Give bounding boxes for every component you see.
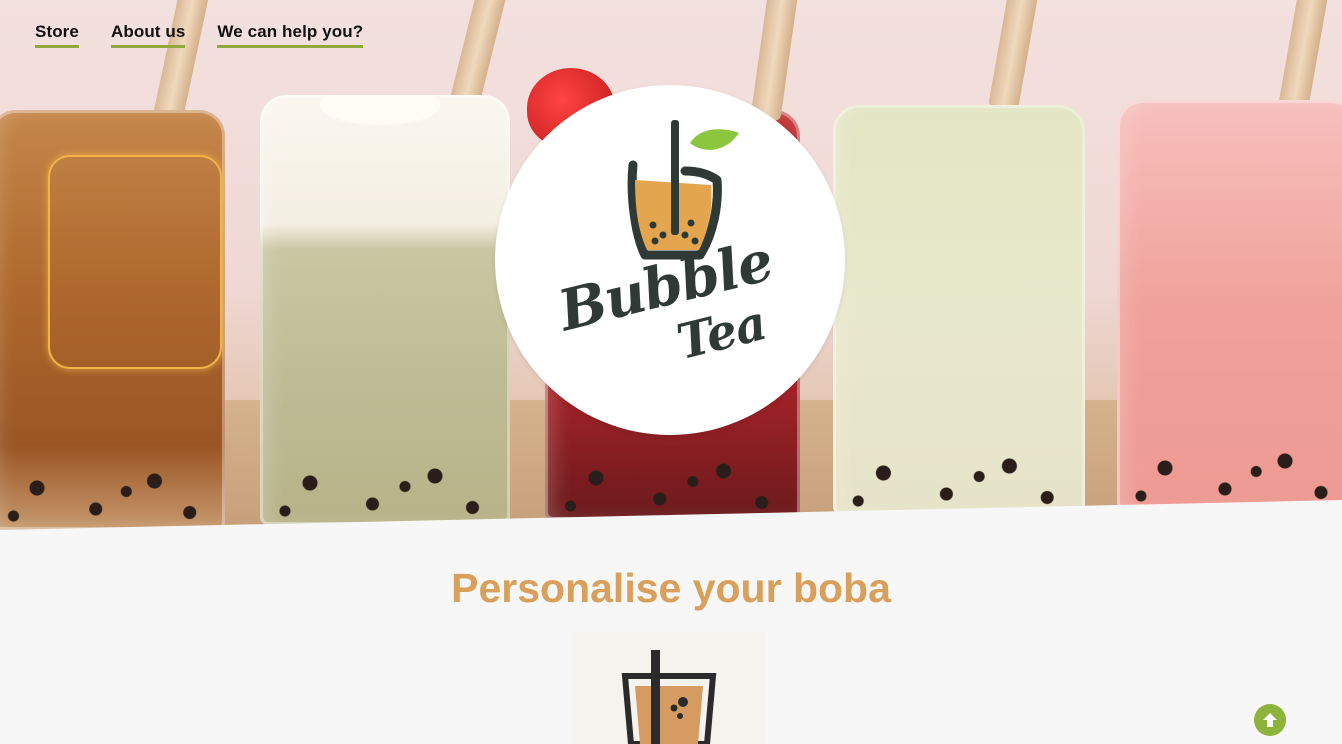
cream-top xyxy=(320,95,440,125)
section-title: Personalise your boba xyxy=(451,565,891,611)
drink-matcha-latte xyxy=(833,105,1085,515)
tapioca-pearls xyxy=(545,450,800,520)
tapioca-pearls xyxy=(1117,440,1342,510)
nav-help-link[interactable]: We can help you? xyxy=(217,22,364,48)
boba-cup-icon xyxy=(621,650,717,744)
straw xyxy=(988,0,1042,112)
nav-about-us-link[interactable]: About us xyxy=(110,22,186,48)
straw xyxy=(1278,0,1332,112)
tapioca-pearls xyxy=(260,455,510,525)
top-navigation: Store About us We can help you? xyxy=(35,22,364,48)
tapioca-pearls xyxy=(0,460,225,530)
drink-matcha-cream xyxy=(260,95,510,525)
drink-strawberry-milk xyxy=(1117,100,1342,510)
nav-store-link[interactable]: Store xyxy=(35,22,79,48)
boba-cup-image[interactable] xyxy=(573,632,765,744)
drink-milk-tea xyxy=(0,110,225,530)
scroll-to-top-button[interactable] xyxy=(1254,704,1286,736)
tapioca-pearls xyxy=(833,445,1085,515)
arrow-up-icon xyxy=(1263,713,1277,727)
bubble-tea-logo[interactable]: Bubble Tea xyxy=(495,85,845,435)
ice-cube xyxy=(48,155,222,369)
